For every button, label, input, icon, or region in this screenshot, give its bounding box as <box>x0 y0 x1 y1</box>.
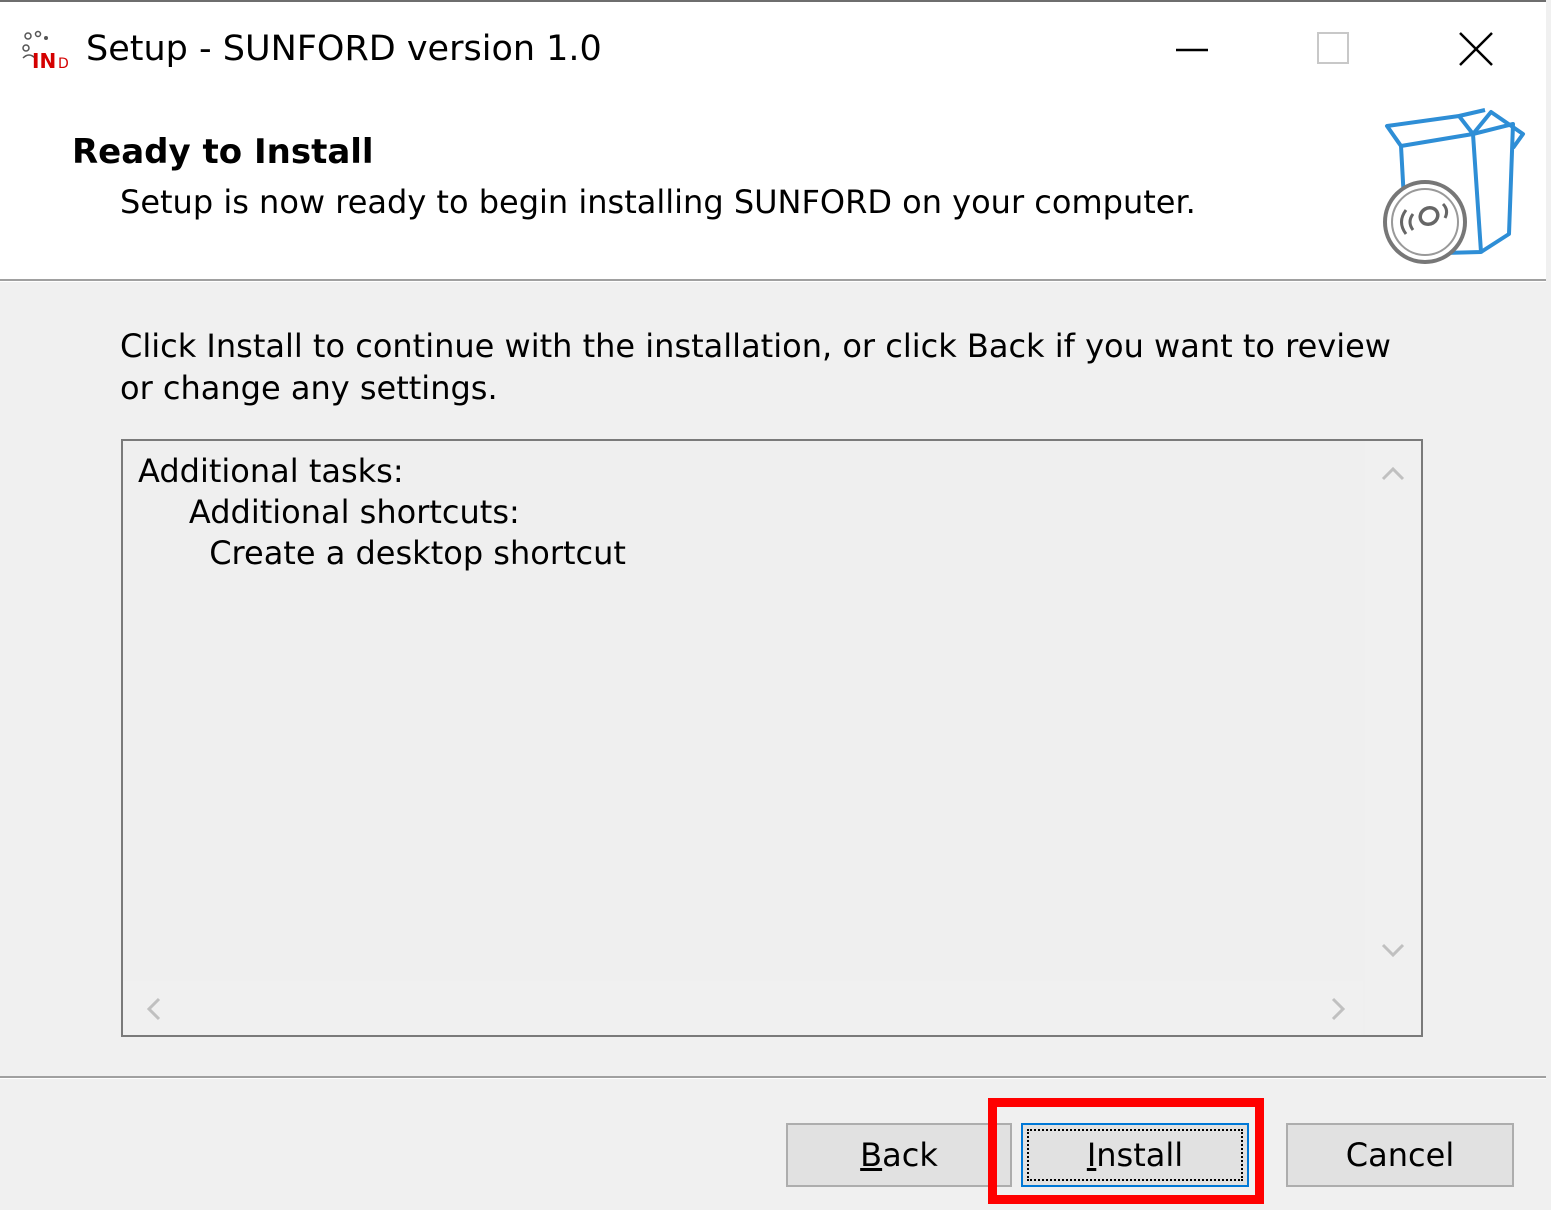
scroll-left-icon[interactable] <box>141 995 165 1027</box>
page-title: Ready to Install <box>72 132 374 172</box>
horizontal-scrollbar[interactable] <box>123 981 1363 1035</box>
setup-box-disc-icon <box>1373 104 1533 274</box>
memo-line: Additional shortcuts: <box>138 493 520 531</box>
cancel-button-label: Cancel <box>1345 1136 1455 1174</box>
cancel-button[interactable]: Cancel <box>1286 1123 1514 1187</box>
svg-text:IN: IN <box>32 49 56 70</box>
settings-summary-memo[interactable]: Additional tasks: Additional shortcuts: … <box>121 439 1423 1037</box>
memo-line: Create a desktop shortcut <box>138 534 626 572</box>
scroll-right-icon[interactable] <box>1327 995 1351 1027</box>
vertical-scrollbar[interactable] <box>1365 441 1421 981</box>
scrollbar-corner <box>1365 981 1421 1035</box>
window-title: Setup - SUNFORD version 1.0 <box>86 29 602 69</box>
wizard-header: Ready to Install Setup is now ready to b… <box>0 97 1546 279</box>
maximize-icon[interactable] <box>1262 10 1402 90</box>
instruction-text: Click Install to continue with the insta… <box>120 327 1391 407</box>
back-button-label: Back <box>860 1136 938 1174</box>
setup-window: IN D Setup - SUNFORD version 1.0 Ready t… <box>0 0 1546 1210</box>
memo-content: Additional tasks: Additional shortcuts: … <box>138 451 626 574</box>
scroll-up-icon[interactable] <box>1379 461 1407 489</box>
close-icon[interactable] <box>1406 10 1546 90</box>
installer-app-icon: IN D <box>20 30 72 73</box>
svg-text:D: D <box>58 56 69 70</box>
minimize-icon[interactable] <box>1122 10 1262 90</box>
scroll-down-icon[interactable] <box>1379 939 1407 967</box>
memo-line: Additional tasks: <box>138 452 404 490</box>
page-subtitle: Setup is now ready to begin installing S… <box>120 183 1196 221</box>
header-separator <box>0 279 1546 282</box>
back-button[interactable]: Back <box>786 1123 1012 1187</box>
install-highlight-box <box>988 1098 1264 1204</box>
title-bar[interactable]: IN D Setup - SUNFORD version 1.0 <box>0 2 1546 97</box>
footer-separator <box>0 1076 1546 1079</box>
